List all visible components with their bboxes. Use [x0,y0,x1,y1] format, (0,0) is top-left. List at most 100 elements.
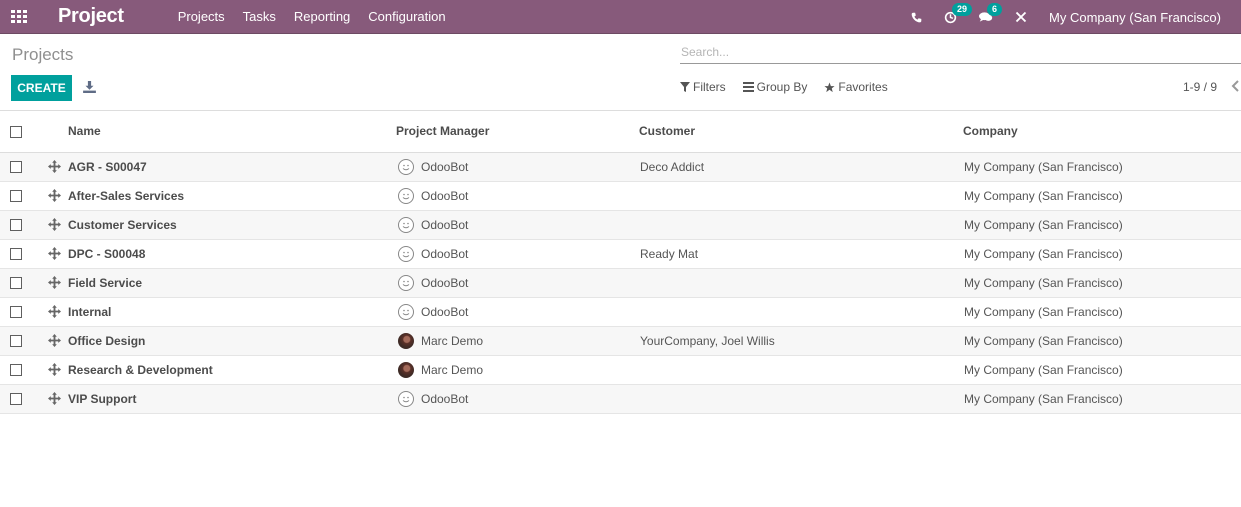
company-cell[interactable]: My Company (San Francisco) [963,384,1241,413]
select-all-checkbox[interactable] [10,126,22,139]
name-cell[interactable]: Internal [48,297,396,326]
row-select-cell [0,239,48,268]
table-row[interactable]: Research & Development Marc Demo My Comp… [0,355,1241,384]
table-row[interactable]: Customer Services OdooBot My Company (Sa… [0,210,1241,239]
name-cell[interactable]: Office Design [48,326,396,355]
customer-cell[interactable]: YourCompany, Joel Willis [639,326,963,355]
company-switcher[interactable]: My Company (San Francisco) [1049,10,1221,25]
company-cell[interactable]: My Company (San Francisco) [963,326,1241,355]
project-manager-cell[interactable]: OdooBot [396,297,639,326]
project-manager-cell[interactable]: Marc Demo [396,355,639,384]
company-cell[interactable]: My Company (San Francisco) [963,152,1241,181]
row-checkbox[interactable] [10,306,22,319]
row-checkbox[interactable] [10,161,22,174]
customer-cell[interactable] [639,355,963,384]
project-manager-cell[interactable]: OdooBot [396,239,639,268]
drag-handle-icon[interactable] [48,246,62,261]
debug-tools-icon[interactable] [1015,11,1027,23]
search-input[interactable] [680,40,1241,64]
pager-value[interactable]: 1-9 / 9 [1183,80,1217,94]
row-checkbox[interactable] [10,335,22,348]
customer-cell[interactable] [639,181,963,210]
odoobot-avatar [398,274,414,291]
company-cell[interactable]: My Company (San Francisco) [963,268,1241,297]
user-avatar [398,332,414,349]
customer-cell[interactable] [639,384,963,413]
project-manager-name: OdooBot [421,159,469,174]
project-manager-cell[interactable]: OdooBot [396,152,639,181]
header-project-manager[interactable]: Project Manager [396,111,639,152]
header-customer[interactable]: Customer [639,111,963,152]
name-cell[interactable]: Customer Services [48,210,396,239]
odoobot-avatar [398,158,414,175]
drag-handle-icon[interactable] [48,217,62,232]
name-cell[interactable]: DPC - S00048 [48,239,396,268]
name-cell[interactable]: Research & Development [48,355,396,384]
favorites-button[interactable]: Favorites [824,80,888,94]
row-checkbox[interactable] [10,219,22,232]
drag-handle-icon[interactable] [48,304,62,319]
apps-menu-icon[interactable] [11,10,29,24]
row-checkbox[interactable] [10,248,22,261]
drag-handle-icon[interactable] [48,275,62,290]
table-row[interactable]: AGR - S00047 OdooBot Deco Addict My Comp… [0,152,1241,181]
drag-handle-icon[interactable] [48,159,62,174]
company-cell[interactable]: My Company (San Francisco) [963,297,1241,326]
row-checkbox[interactable] [10,277,22,290]
project-manager-cell[interactable]: OdooBot [396,384,639,413]
app-brand[interactable]: Project [58,5,124,28]
row-checkbox[interactable] [10,393,22,406]
drag-handle-icon[interactable] [48,391,62,406]
project-name: DPC - S00048 [68,246,146,261]
phone-icon[interactable] [911,12,922,23]
customer-cell[interactable] [639,210,963,239]
search-options: Filters Group By Favorites [680,80,905,94]
menu-item-reporting[interactable]: Reporting [294,9,350,24]
row-select-cell [0,326,48,355]
project-manager-name: OdooBot [421,188,469,203]
company-cell[interactable]: My Company (San Francisco) [963,239,1241,268]
company-cell[interactable]: My Company (San Francisco) [963,181,1241,210]
row-select-cell [0,384,48,413]
project-manager-cell[interactable]: OdooBot [396,268,639,297]
download-icon[interactable] [83,80,97,94]
company-cell[interactable]: My Company (San Francisco) [963,210,1241,239]
table-row[interactable]: After-Sales Services OdooBot My Company … [0,181,1241,210]
filters-button[interactable]: Filters [680,80,726,94]
customer-cell[interactable]: Ready Mat [639,239,963,268]
project-manager-cell[interactable]: OdooBot [396,210,639,239]
project-manager-cell[interactable]: OdooBot [396,181,639,210]
table-row[interactable]: Office Design Marc Demo YourCompany, Joe… [0,326,1241,355]
activity-clock-icon[interactable]: 29 [944,2,973,24]
menu-item-tasks[interactable]: Tasks [243,9,276,24]
group-by-button[interactable]: Group By [742,80,807,94]
name-cell[interactable]: VIP Support [48,384,396,413]
pager-previous-icon[interactable] [1231,79,1241,93]
messages-icon[interactable]: 6 [979,3,1003,23]
table-row[interactable]: Internal OdooBot My Company (San Francis… [0,297,1241,326]
company-cell[interactable]: My Company (San Francisco) [963,355,1241,384]
customer-cell[interactable]: Deco Addict [639,152,963,181]
row-checkbox[interactable] [10,364,22,377]
name-cell[interactable]: AGR - S00047 [48,152,396,181]
drag-handle-icon[interactable] [48,188,62,203]
menu-item-projects[interactable]: Projects [178,9,225,24]
name-cell[interactable]: After-Sales Services [48,181,396,210]
customer-cell[interactable] [639,268,963,297]
row-select-cell [0,297,48,326]
project-manager-cell[interactable]: Marc Demo [396,326,639,355]
drag-handle-icon[interactable] [48,362,62,377]
project-name: After-Sales Services [68,188,185,203]
table-row[interactable]: VIP Support OdooBot My Company (San Fran… [0,384,1241,413]
project-name: Internal [68,304,112,319]
header-name[interactable]: Name [48,111,396,152]
table-row[interactable]: Field Service OdooBot My Company (San Fr… [0,268,1241,297]
name-cell[interactable]: Field Service [48,268,396,297]
customer-cell[interactable] [639,297,963,326]
menu-item-configuration[interactable]: Configuration [368,9,445,24]
table-row[interactable]: DPC - S00048 OdooBot Ready Mat My Compan… [0,239,1241,268]
drag-handle-icon[interactable] [48,333,62,348]
header-company[interactable]: Company [963,111,1241,152]
row-checkbox[interactable] [10,190,22,203]
create-button[interactable]: CREATE [11,75,72,101]
